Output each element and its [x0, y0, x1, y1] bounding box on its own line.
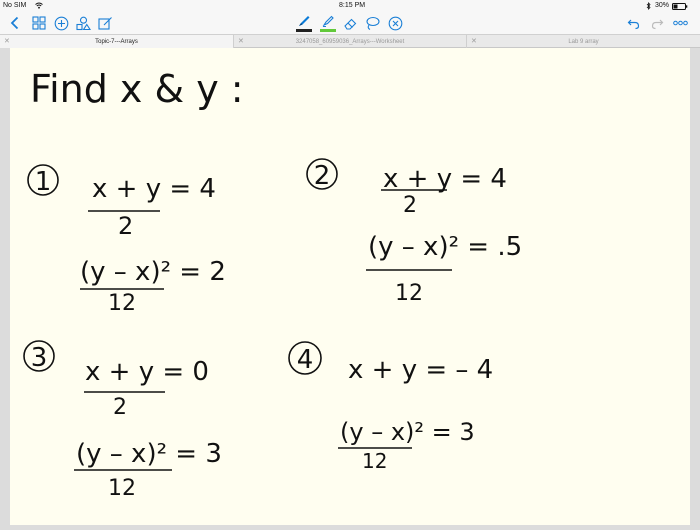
tab-label: Topic-7---Arrays [95, 38, 138, 45]
problem-4: 4 x + y = – 4 (y – x)² = 3 12 [288, 341, 493, 473]
tab-arrays-worksheet[interactable]: ✕ 3247058_60959036_Arrays---Worksheet [234, 35, 467, 48]
problem-number: 3 [31, 343, 48, 373]
tab-topic-7-arrays[interactable]: ✕ Topic-7---Arrays [0, 35, 234, 48]
problem-number: 2 [314, 161, 331, 191]
svg-text:2: 2 [113, 395, 127, 420]
equation-2: (y – x)² = 3 [76, 439, 222, 469]
svg-text:2: 2 [118, 212, 133, 240]
note-page[interactable]: Find x & y : 1 x + y = 4 2 (y – x)² = 2 … [10, 48, 690, 525]
undo-icon[interactable] [626, 14, 640, 32]
redo-icon[interactable] [650, 14, 664, 32]
clock-label: 8:15 PM [339, 2, 366, 9]
pen-icon[interactable] [295, 14, 313, 32]
problem-number: 4 [297, 345, 314, 375]
toolbar [0, 12, 700, 34]
svg-text:12: 12 [395, 281, 423, 306]
handwriting-canvas: Find x & y : 1 x + y = 4 2 (y – x)² = 2 … [23, 67, 522, 501]
equation-2: (y – x)² = 2 [80, 257, 226, 287]
carrier-label: No SIM [3, 2, 27, 9]
problem-1: 1 x + y = 4 2 (y – x)² = 2 12 [27, 164, 226, 316]
status-bar: No SIM 8:15 PM 30% [0, 0, 700, 12]
close-tab-icon[interactable]: ✕ [4, 37, 10, 45]
close-tab-icon[interactable]: ✕ [471, 37, 477, 45]
svg-text:12: 12 [362, 449, 387, 473]
lasso-icon[interactable] [363, 14, 381, 32]
equation-1: x + y = 4 [92, 174, 216, 204]
battery-percent: 30% [655, 2, 670, 9]
bluetooth-icon [646, 2, 651, 12]
highlighter-color-swatch [320, 29, 336, 32]
equation-2: (y – x)² = .5 [368, 232, 522, 262]
tab-label: Lab 9 array [568, 38, 599, 45]
svg-text:12: 12 [108, 291, 136, 316]
pen-color-swatch [296, 29, 312, 32]
close-tab-icon[interactable]: ✕ [238, 37, 244, 45]
edit-icon[interactable] [97, 14, 113, 32]
highlighter-icon[interactable] [319, 14, 337, 32]
add-icon[interactable] [53, 14, 69, 32]
equation-1: x + y = 0 [85, 357, 209, 387]
problem-3: 3 x + y = 0 2 (y – x)² = 3 12 [23, 340, 222, 501]
eraser-icon[interactable] [341, 14, 359, 32]
heading-text: Find x & y : [30, 67, 244, 111]
equation-1: x + y = – 4 [348, 355, 493, 385]
tab-label: 3247058_60959036_Arrays---Worksheet [295, 38, 405, 45]
document-tabs: ✕ Topic-7---Arrays ✕ 3247058_60959036_Ar… [0, 34, 700, 48]
equation-2: (y – x)² = 3 [340, 418, 475, 446]
tab-lab-9-array[interactable]: ✕ Lab 9 array [467, 35, 700, 48]
grid-icon[interactable] [31, 14, 47, 32]
shapes-icon[interactable] [75, 14, 91, 32]
problem-2: 2 x + y = 4 2 (y – x)² = .5 12 [306, 158, 522, 306]
back-icon[interactable] [7, 14, 23, 32]
svg-text:2: 2 [403, 193, 417, 218]
wifi-icon [35, 2, 43, 11]
battery-icon [672, 3, 688, 12]
close-icon[interactable] [386, 14, 404, 32]
more-icon[interactable] [672, 14, 688, 32]
svg-text:12: 12 [108, 476, 136, 501]
problem-number: 1 [35, 167, 52, 197]
